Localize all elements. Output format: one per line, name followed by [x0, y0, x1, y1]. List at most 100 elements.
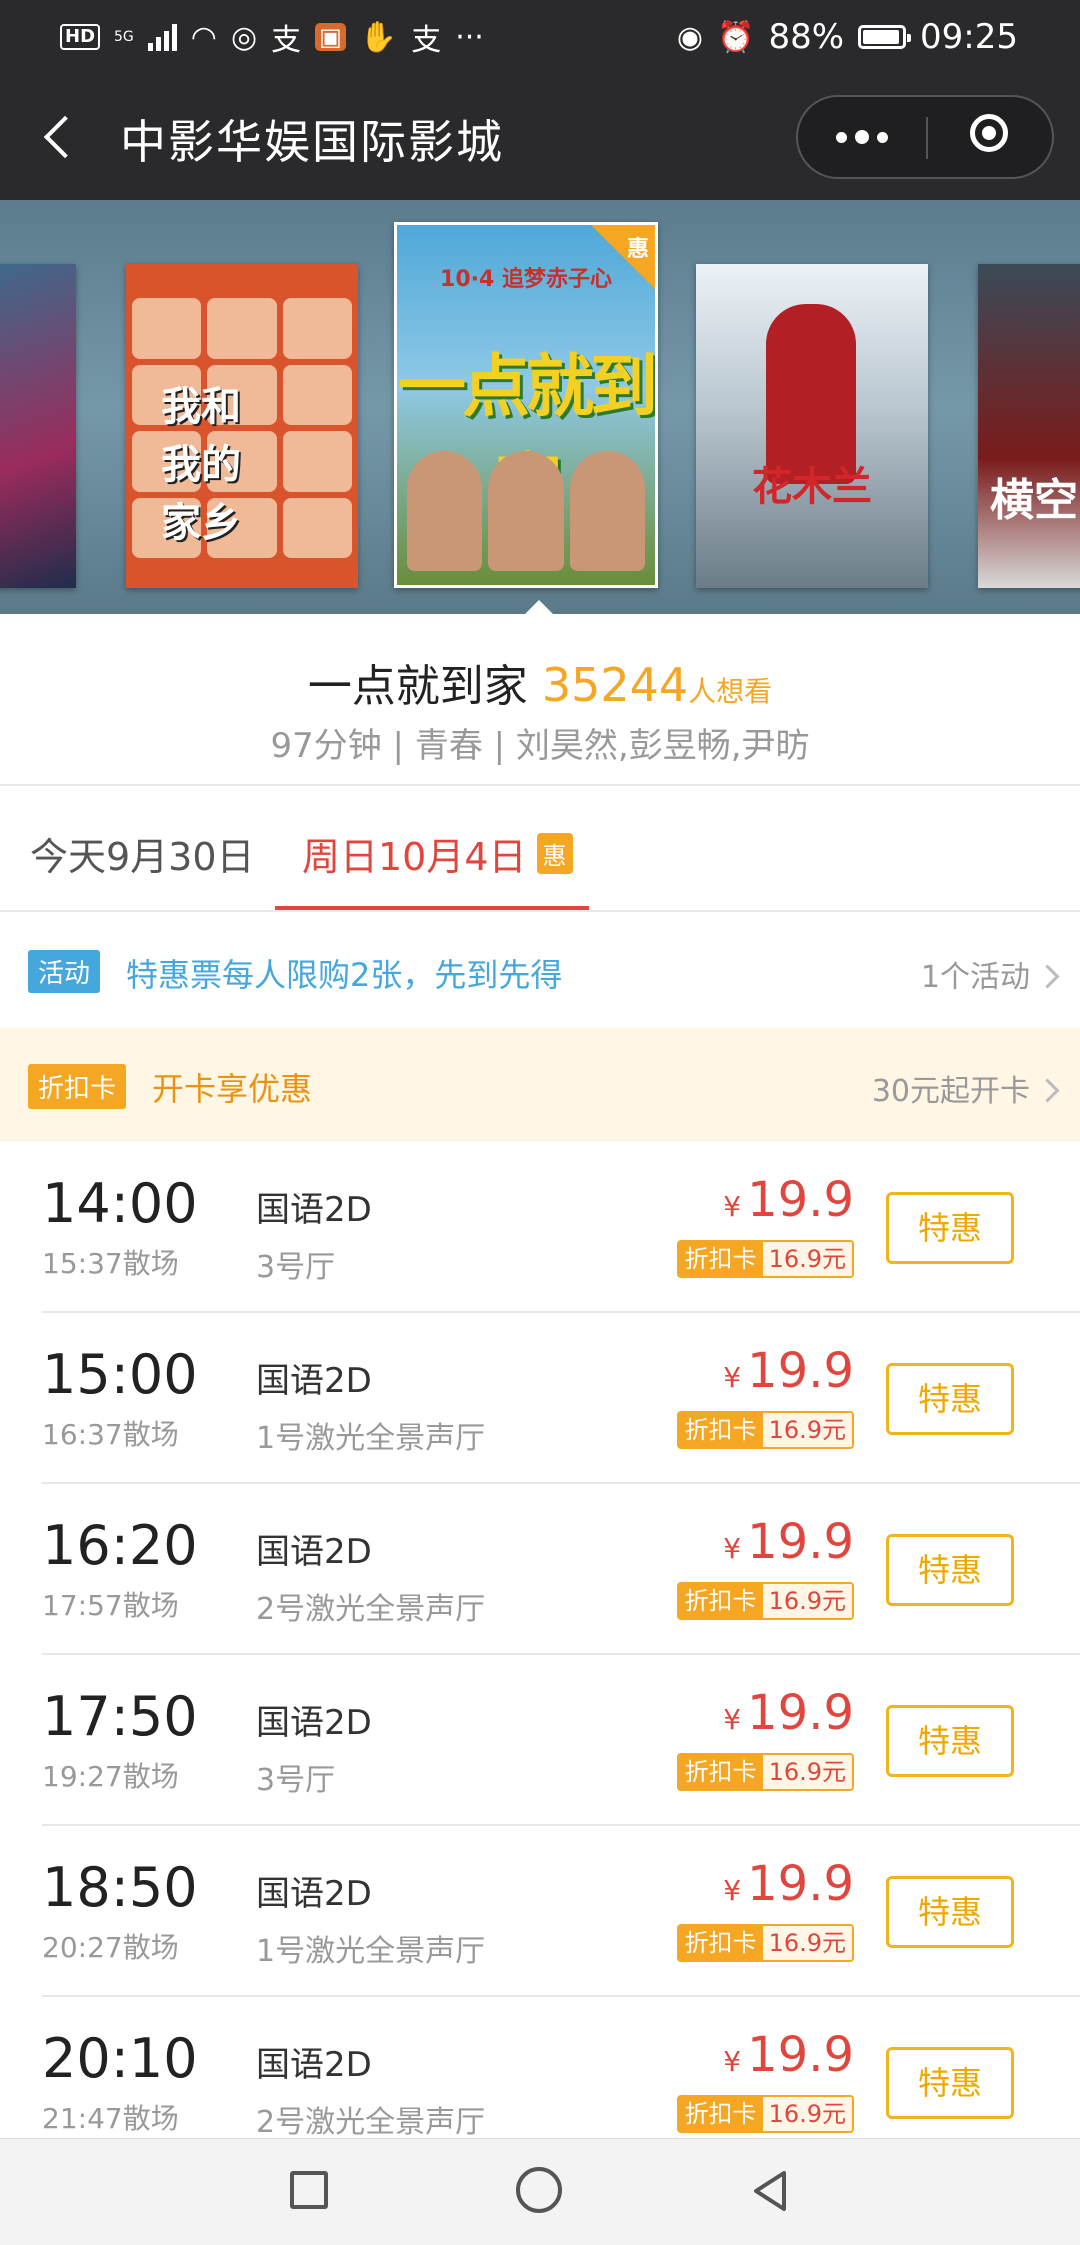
card-price: 16.9元 — [762, 1755, 852, 1789]
wifi-icon: ◠ — [190, 19, 217, 55]
poster-carousel[interactable]: 我和我的家乡 10·4 追梦赤子心 一点就到家 惠 花木兰 横空 — [0, 200, 1080, 614]
want-label: 人想看 — [688, 675, 773, 708]
language-format: 国语2D — [256, 1703, 372, 1743]
network-type: 5G — [114, 29, 134, 45]
start-time: 18:50 — [42, 1856, 198, 1919]
hd-badge: HD — [60, 24, 101, 50]
discount-card-price: 30元起开卡 — [871, 1074, 1030, 1109]
end-time: 19:27散场 — [42, 1760, 179, 1793]
poster-item[interactable]: 花木兰 — [696, 264, 928, 588]
poster-title: 横空 — [990, 475, 1078, 526]
card-label: 折扣卡 — [678, 2097, 763, 2131]
tab-label: 周日10月4日 — [302, 835, 527, 879]
price-value: 19.9 — [747, 1343, 854, 1399]
price-value: 19.9 — [747, 1856, 854, 1912]
language-format: 国语2D — [256, 2045, 372, 2085]
clock: 09:25 — [920, 17, 1018, 57]
buy-ticket-button[interactable]: 特惠 — [886, 1534, 1014, 1606]
card-price-tag: 折扣卡 16.9元 — [676, 2095, 854, 2133]
language-format: 国语2D — [256, 1532, 372, 1572]
tab-oct-4[interactable]: 周日10月4日 惠 — [302, 826, 573, 881]
card-label: 折扣卡 — [678, 1413, 763, 1447]
language-format: 国语2D — [256, 1190, 372, 1230]
start-time: 17:50 — [42, 1685, 198, 1748]
poster-title: 花木兰 — [752, 463, 872, 510]
poster-art — [407, 451, 645, 571]
showtime-row[interactable]: 16:20 17:57散场 国语2D 2号激光全景声厅 ¥19.9 折扣卡 16.… — [0, 1484, 1080, 1655]
card-price: 16.9元 — [762, 1242, 852, 1276]
price-value: 19.9 — [747, 2027, 854, 2083]
currency-symbol: ¥ — [723, 1703, 742, 1736]
buy-ticket-button[interactable]: 特惠 — [886, 2047, 1014, 2119]
more-icon: ··· — [455, 19, 484, 55]
price: ¥19.9 — [723, 1856, 854, 1912]
card-label: 折扣卡 — [678, 1242, 763, 1276]
showtime-row[interactable]: 18:50 20:27散场 国语2D 1号激光全景声厅 ¥19.9 折扣卡 16.… — [0, 1826, 1080, 1997]
hall-name: 1号激光全景声厅 — [256, 1421, 486, 1456]
discount-card-text: 开卡享优惠 — [152, 1070, 313, 1108]
price: ¥19.9 — [723, 1685, 854, 1741]
recent-apps-icon[interactable] — [290, 2171, 328, 2209]
showtime-row[interactable]: 14:00 15:37散场 国语2D 3号厅 ¥19.9 折扣卡 16.9元 特惠 — [0, 1142, 1080, 1313]
discount-card-banner[interactable]: 折扣卡 开卡享优惠 30元起开卡 — [0, 1028, 1080, 1142]
showtime-row[interactable]: 17:50 19:27散场 国语2D 3号厅 ¥19.9 折扣卡 16.9元 特惠 — [0, 1655, 1080, 1826]
activity-count: 1个活动 — [920, 960, 1030, 995]
poster-title: 我和我的家乡 — [161, 383, 241, 546]
more-options-button[interactable] — [798, 97, 926, 177]
card-price-tag: 折扣卡 16.9元 — [676, 1924, 854, 1962]
battery-icon — [858, 25, 912, 49]
date-tabs: 今天9月30日 周日10月4日 惠 — [0, 786, 1080, 910]
buy-ticket-button[interactable]: 特惠 — [886, 1876, 1014, 1948]
card-price: 16.9元 — [762, 2097, 852, 2131]
want-count: 35244 — [541, 658, 689, 712]
start-time: 15:00 — [42, 1343, 198, 1406]
movie-info: 一点就到家 35244人想看 97分钟 | 青春 | 刘昊然,彭昱畅,尹昉 — [0, 614, 1080, 784]
home-icon[interactable] — [516, 2167, 562, 2213]
card-label: 折扣卡 — [678, 1755, 763, 1789]
buy-ticket-button[interactable]: 特惠 — [886, 1705, 1014, 1777]
hall-name: 2号激光全景声厅 — [256, 2105, 486, 2140]
activity-text: 特惠票每人限购2张，先到先得 — [126, 956, 563, 994]
status-right: ◉ ⏰ 88% 09:25 — [677, 12, 1018, 62]
back-triangle-icon[interactable] — [746, 2167, 794, 2215]
price: ¥19.9 — [723, 1172, 854, 1228]
eye-icon: ◉ — [676, 19, 704, 55]
card-price: 16.9元 — [762, 1926, 852, 1960]
close-mini-program-button[interactable] — [928, 97, 1052, 177]
end-time: 16:37散场 — [42, 1418, 179, 1451]
back-button[interactable] — [40, 108, 80, 168]
movie-meta: 97分钟 | 青春 | 刘昊然,彭昱畅,尹昉 — [270, 726, 810, 766]
card-price-tag: 折扣卡 16.9元 — [676, 1240, 854, 1278]
activity-row[interactable]: 活动 特惠票每人限购2张，先到先得 1个活动 — [0, 912, 1080, 1028]
hand-icon: ✋ — [359, 19, 398, 55]
discount-card-tag: 折扣卡 — [28, 1064, 127, 1109]
price-value: 19.9 — [747, 1172, 854, 1228]
poster-item[interactable] — [0, 264, 76, 588]
vpn-icon: ◎ — [230, 19, 258, 55]
start-time: 20:10 — [42, 2027, 198, 2090]
discount-badge: 惠 — [536, 833, 573, 874]
language-format: 国语2D — [256, 1874, 372, 1914]
card-price-tag: 折扣卡 16.9元 — [676, 1753, 854, 1791]
chevron-right-icon — [1035, 1078, 1060, 1103]
end-time: 17:57散场 — [42, 1589, 179, 1622]
status-bar: HD 5G ◠ ◎ 支 ▣ ✋ 支 ··· ◉ ⏰ 88% 09:25 — [0, 0, 1080, 72]
currency-symbol: ¥ — [723, 1361, 742, 1394]
currency-symbol: ¥ — [723, 1532, 742, 1565]
language-format: 国语2D — [256, 1361, 372, 1401]
app-icon: ▣ — [315, 23, 346, 51]
hall-name: 3号厅 — [256, 1250, 336, 1285]
showtime-row[interactable]: 15:00 16:37散场 国语2D 1号激光全景声厅 ¥19.9 折扣卡 16.… — [0, 1313, 1080, 1484]
battery-percent: 88% — [768, 17, 845, 57]
poster-item[interactable]: 横空 — [978, 264, 1080, 588]
card-label: 折扣卡 — [678, 1584, 763, 1618]
end-time: 15:37散场 — [42, 1247, 179, 1280]
poster-item[interactable]: 我和我的家乡 — [126, 264, 358, 588]
buy-ticket-button[interactable]: 特惠 — [886, 1363, 1014, 1435]
tab-today[interactable]: 今天9月30日 — [30, 826, 255, 881]
poster-item-selected[interactable]: 10·4 追梦赤子心 一点就到家 惠 — [394, 222, 658, 588]
buy-ticket-button[interactable]: 特惠 — [886, 1192, 1014, 1264]
title-bar: HD 5G ◠ ◎ 支 ▣ ✋ 支 ··· ◉ ⏰ 88% 09:25 中影华娱… — [0, 0, 1080, 200]
hall-name: 1号激光全景声厅 — [256, 1934, 486, 1969]
card-label: 折扣卡 — [678, 1926, 763, 1960]
